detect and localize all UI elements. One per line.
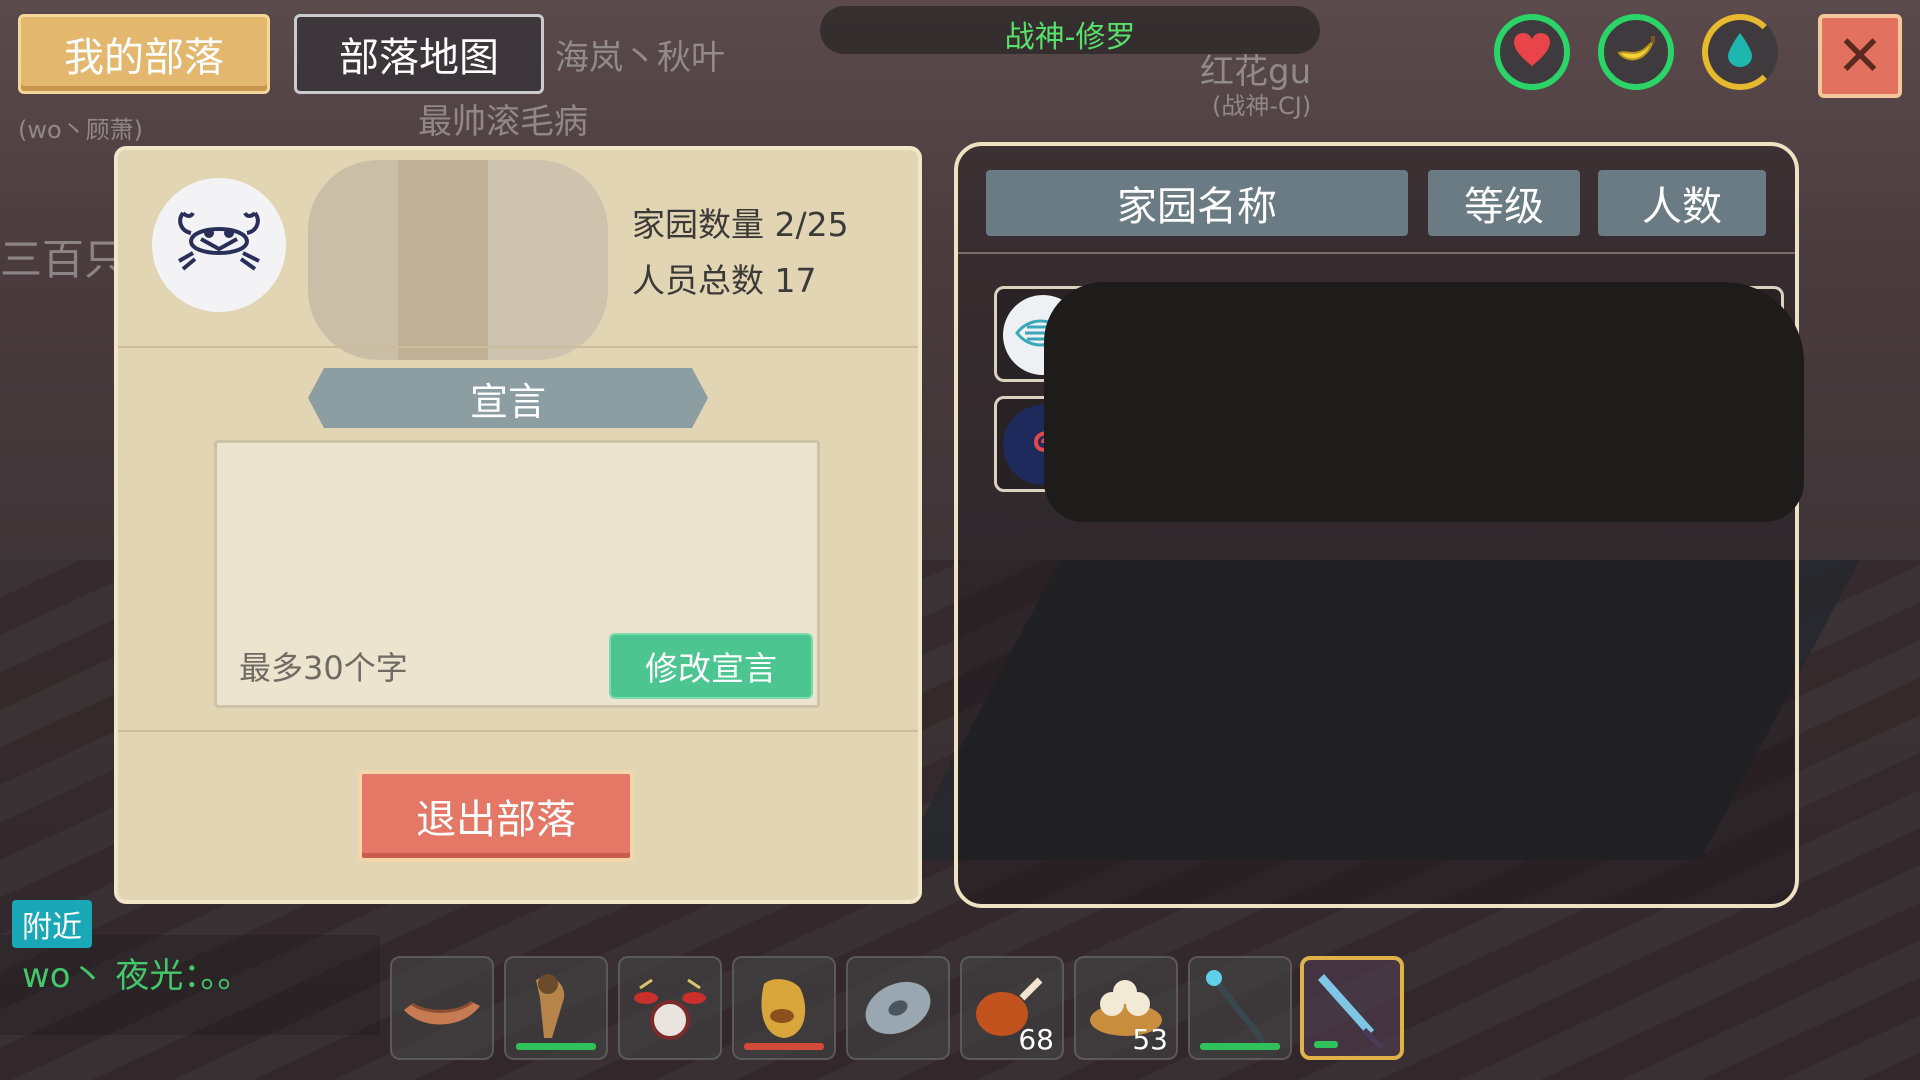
divider bbox=[958, 252, 1795, 254]
durability-bar bbox=[744, 1043, 824, 1050]
hotbar-slot[interactable] bbox=[618, 956, 722, 1060]
item-count: 53 bbox=[1132, 1023, 1168, 1056]
hotbar-slot[interactable]: 68 bbox=[960, 956, 1064, 1060]
divider bbox=[118, 730, 918, 732]
column-header-level[interactable]: 等级 bbox=[1428, 170, 1580, 236]
item-count: 68 bbox=[1018, 1023, 1054, 1056]
drum-set-icon bbox=[620, 978, 720, 1062]
hotbar-slot-selected[interactable] bbox=[1300, 956, 1404, 1060]
tab-tribe-map[interactable]: 部落地图 bbox=[294, 14, 544, 94]
tribe-emblem bbox=[152, 178, 286, 312]
hotbar-slot[interactable] bbox=[390, 956, 494, 1060]
background-player-label: (战神-CJ) bbox=[1212, 92, 1312, 120]
tribe-info-panel: 家园数量 2/25 人员总数 17 宣言 最多30个字 修改宣言 退出部落 bbox=[114, 146, 922, 904]
divider bbox=[118, 346, 918, 348]
health-indicator bbox=[1494, 14, 1570, 90]
redacted-tribe-name bbox=[308, 160, 608, 360]
hotbar-slot[interactable] bbox=[1188, 956, 1292, 1060]
background-player-label: 最帅滚毛病 bbox=[418, 102, 588, 142]
member-total: 人员总数 17 bbox=[632, 261, 817, 300]
declaration-input[interactable]: 最多30个字 修改宣言 bbox=[214, 440, 820, 708]
close-button[interactable]: ✕ bbox=[1818, 14, 1902, 98]
heart-icon bbox=[1513, 32, 1551, 72]
hotbar-slot[interactable] bbox=[732, 956, 836, 1060]
hotbar-slot[interactable] bbox=[846, 956, 950, 1060]
background-player-label: 海岚丶秋叶 bbox=[555, 38, 725, 78]
crab-icon bbox=[171, 203, 267, 287]
edit-declaration-button[interactable]: 修改宣言 bbox=[609, 633, 813, 699]
redacted-home-names bbox=[1044, 282, 1804, 522]
tab-my-tribe[interactable]: 我的部落 bbox=[18, 14, 270, 94]
declaration-title: 宣言 bbox=[308, 368, 708, 428]
column-header-home-name[interactable]: 家园名称 bbox=[986, 170, 1408, 236]
player-name-bar: 战神-修罗 bbox=[820, 6, 1320, 55]
durability-bar bbox=[1200, 1043, 1280, 1050]
banana-icon bbox=[1615, 33, 1657, 71]
disc-icon bbox=[848, 981, 948, 1062]
durability-bar bbox=[1314, 1041, 1338, 1048]
declaration-placeholder: 最多30个字 bbox=[239, 649, 408, 687]
hotbar-slot[interactable]: 53 bbox=[1074, 956, 1178, 1060]
home-list-panel: 家园名称 等级 人数 bbox=[954, 142, 1804, 908]
chat-channel-tag[interactable]: 附近 bbox=[12, 900, 92, 948]
player-name: 战神-修罗 bbox=[1004, 20, 1136, 55]
hunger-indicator bbox=[1598, 14, 1674, 90]
durability-bar bbox=[516, 1043, 596, 1050]
chat-message: wo丶 夜光：。。 bbox=[22, 956, 252, 996]
background-player-label: 三百只 bbox=[0, 235, 127, 284]
hotbar-slot[interactable] bbox=[504, 956, 608, 1060]
wooden-boat-icon bbox=[392, 1000, 492, 1062]
background-player-label: (wo丶顾萧) bbox=[18, 116, 144, 144]
exit-tribe-button[interactable]: 退出部落 bbox=[358, 770, 634, 862]
column-header-members[interactable]: 人数 bbox=[1598, 170, 1766, 236]
close-icon: ✕ bbox=[1836, 23, 1884, 89]
water-drop-icon bbox=[1727, 32, 1753, 72]
water-indicator bbox=[1702, 14, 1778, 90]
home-count: 家园数量 2/25 bbox=[632, 205, 849, 244]
